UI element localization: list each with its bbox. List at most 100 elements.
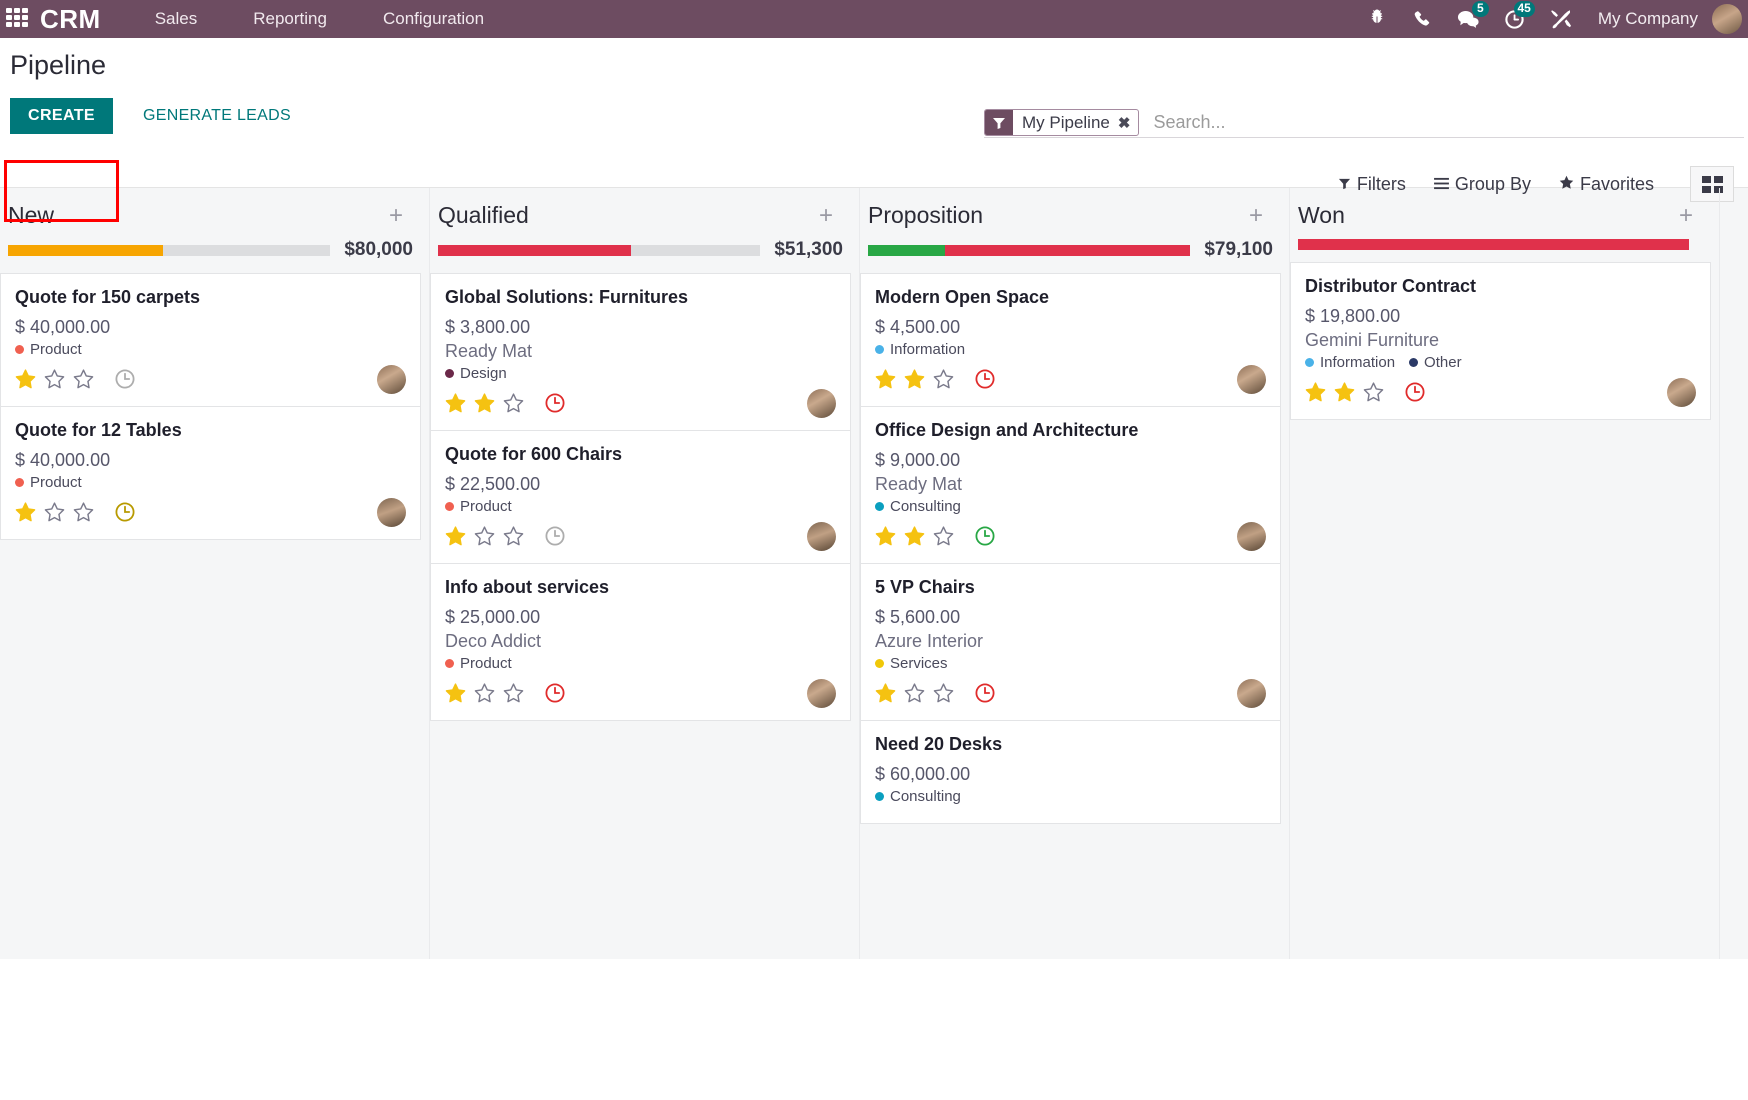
kanban-card[interactable]: Modern Open Space $ 4,500.00 Information [860,273,1281,407]
kanban-card-amount: $ 4,500.00 [875,317,961,337]
kanban-card[interactable]: Info about services $ 25,000.00 Deco Addic… [430,564,851,721]
menu-sales[interactable]: Sales [145,3,208,35]
user-avatar[interactable] [1237,364,1266,394]
kanban-card-tag: Consulting [875,498,961,515]
user-avatar[interactable] [1667,377,1696,407]
company-name[interactable]: My Company [1584,9,1712,29]
priority-stars[interactable] [875,525,996,547]
priority-stars[interactable] [445,525,566,547]
activity-clock-icon[interactable] [974,368,996,390]
priority-stars[interactable] [15,501,136,523]
kanban-card-tags: Design [445,365,836,382]
kanban-card-title: Modern Open Space [875,287,1050,307]
kanban-progress-bar[interactable] [1298,239,1689,250]
tools-icon[interactable] [1538,0,1584,38]
priority-stars[interactable] [875,682,996,704]
facet-label-text: My Pipeline [1022,112,1110,132]
kanban-card-tag: Design [445,365,507,382]
kanban-card-list: Modern Open Space $ 4,500.00 Information Of… [860,273,1281,824]
search-input[interactable] [1139,112,1744,133]
kanban-card-tags: Information Other [1305,354,1696,371]
generate-leads-button[interactable]: GENERATE LEADS [127,98,307,134]
kanban-card[interactable]: Quote for 600 Chairs $ 22,500.00 Product [430,431,851,564]
kanban-card-amount: $ 3,800.00 [445,317,531,337]
kanban-card[interactable]: Distributor Contract $ 19,800.00 Gemini Fu… [1290,262,1711,420]
progress-segment[interactable] [1298,239,1689,250]
kanban-column-new: New + $80,000 Quote for 150 carpets $ 40,000… [0,188,430,959]
priority-stars[interactable] [445,682,566,704]
activity-clock-icon[interactable] [544,525,566,547]
priority-stars[interactable] [15,368,136,390]
facet-remove-icon[interactable]: ✖ [1118,114,1131,132]
priority-stars[interactable] [875,368,996,390]
activity-clock-icon[interactable] [114,368,136,390]
activity-clock-icon[interactable]: 45 [1492,0,1538,38]
create-button[interactable]: CREATE [10,98,113,134]
priority-stars[interactable] [1305,381,1426,403]
tag-color-dot [875,792,884,801]
user-avatar[interactable] [1237,521,1266,551]
progress-segment[interactable] [438,244,632,256]
activity-clock-icon[interactable] [544,392,566,414]
kanban-column-qualified: Qualified + $51,300 Global Solutions: Furni… [430,188,860,959]
kanban-card-footer [15,497,406,527]
kanban-card[interactable]: 5 VP Chairs $ 5,600.00 Azure Interior Servi… [860,564,1281,721]
kanban-card[interactable]: Global Solutions: Furnitures $ 3,800.00 Re… [430,273,851,431]
activity-clock-icon[interactable] [544,682,566,704]
kanban-column-title: New [8,202,55,228]
progress-segment[interactable] [945,244,1191,256]
kanban-card-footer [875,521,1266,551]
activity-clock-icon[interactable] [114,501,136,523]
kanban-card[interactable]: Office Design and Architecture $ 9,000.00… [860,407,1281,564]
app-brand-crm[interactable]: CRM [40,4,101,35]
tag-label: Consulting [890,498,961,515]
user-avatar[interactable] [1237,678,1266,708]
user-avatar[interactable] [377,497,406,527]
kanban-progress-bar[interactable] [438,244,761,256]
activity-clock-icon[interactable] [1404,381,1426,403]
user-avatar[interactable] [807,521,836,551]
menu-configuration[interactable]: Configuration [373,3,494,35]
kanban-card-title: Distributor Contract [1305,276,1476,296]
search-facet-my-pipeline[interactable]: My Pipeline ✖ [984,109,1140,136]
kanban-card[interactable]: Quote for 150 carpets $ 40,000.00 Product [0,273,421,407]
progress-segment[interactable] [631,244,761,256]
kanban-column-title: Won [1298,202,1345,228]
kanban-card[interactable]: Quote for 12 Tables $ 40,000.00 Product [0,407,421,540]
kanban-card-partner: Azure Interior [875,631,984,651]
kanban-card-amount: $ 9,000.00 [875,450,961,470]
progress-segment[interactable] [162,244,331,256]
page-title: Pipeline [10,50,107,80]
page-footer-blank [0,959,1748,1100]
menu-reporting[interactable]: Reporting [243,3,337,35]
kanban-card-footer [875,364,1266,394]
progress-segment[interactable] [868,244,946,256]
phone-icon[interactable] [1400,0,1446,38]
kanban-progress-bar[interactable] [8,244,331,256]
facet-label-wrap: My Pipeline ✖ [1013,110,1138,135]
kanban-column-total: $79,100 [1204,239,1273,260]
chat-icon[interactable]: 5 [1446,0,1492,38]
add-card-plus-icon[interactable]: + [819,203,833,227]
user-avatar[interactable] [377,364,406,394]
add-card-plus-icon[interactable]: + [1679,203,1693,227]
kanban-card-amount: $ 40,000.00 [15,317,111,337]
add-card-plus-icon[interactable]: + [389,203,403,227]
kanban-card[interactable]: Need 20 Desks $ 60,000.00 Consulting [860,721,1281,824]
bug-icon[interactable] [1354,0,1400,38]
activity-clock-icon[interactable] [974,682,996,704]
apps-grid-icon[interactable] [6,8,32,30]
activity-clock-icon[interactable] [974,525,996,547]
priority-stars[interactable] [445,392,566,414]
user-avatar[interactable] [807,678,836,708]
filter-icon [985,110,1013,135]
user-avatar[interactable] [1712,4,1742,34]
kanban-progress-bar[interactable] [868,244,1191,256]
kanban-column-won: Won + Distributor Contract $ 19,800.00 Gemin… [1290,188,1720,959]
kanban-column-total: $51,300 [774,239,843,260]
kanban-column-header: Proposition + [860,188,1281,235]
user-avatar[interactable] [807,388,836,418]
progress-segment[interactable] [8,244,163,256]
kanban-card-tag: Product [445,655,512,672]
add-card-plus-icon[interactable]: + [1249,203,1263,227]
